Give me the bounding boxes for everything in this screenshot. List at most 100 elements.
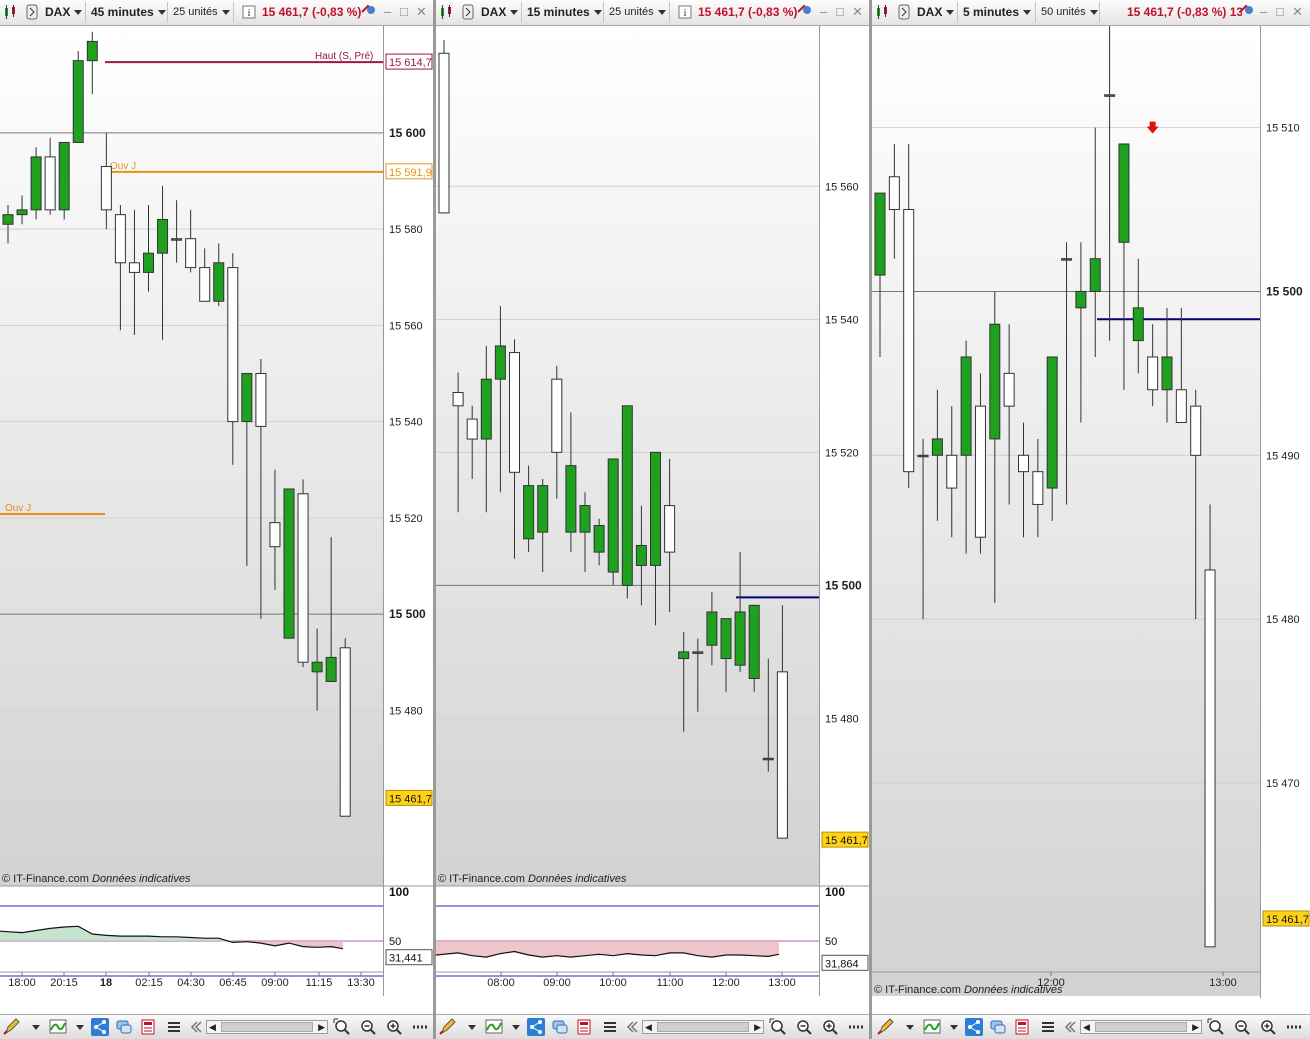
more-icon[interactable] xyxy=(846,1018,866,1036)
calculator-icon[interactable] xyxy=(1012,1018,1032,1036)
close-icon[interactable]: ✕ xyxy=(416,5,427,18)
more-icon[interactable] xyxy=(1284,1018,1304,1036)
minimize-icon[interactable]: – xyxy=(1260,5,1271,18)
dropdown-arrow-icon[interactable] xyxy=(906,1025,914,1034)
info-icon[interactable]: i xyxy=(677,4,693,20)
share-icon[interactable] xyxy=(526,1018,546,1036)
chat-icon[interactable] xyxy=(114,1018,134,1036)
dropdown-arrow-icon[interactable] xyxy=(512,1025,520,1034)
chat-icon[interactable] xyxy=(988,1018,1008,1036)
minimize-icon[interactable]: – xyxy=(384,5,395,18)
maximize-icon[interactable]: □ xyxy=(400,5,411,18)
chart-settings-icon[interactable] xyxy=(460,4,476,20)
more-icon[interactable] xyxy=(410,1018,430,1036)
units-selector[interactable]: 25 unités xyxy=(606,2,670,22)
draw-pencil-icon[interactable] xyxy=(876,1018,896,1036)
alert-icon[interactable] xyxy=(1238,4,1254,20)
close-icon[interactable]: ✕ xyxy=(852,5,863,18)
scroll-left-double-icon[interactable] xyxy=(1060,1018,1080,1036)
zoom-in-icon[interactable] xyxy=(820,1018,840,1036)
indicator-icon[interactable] xyxy=(48,1018,68,1036)
zoom-in-icon[interactable] xyxy=(384,1018,404,1036)
indicator-icon[interactable] xyxy=(484,1018,504,1036)
zoom-fit-icon[interactable] xyxy=(332,1018,352,1036)
chart-panel-2: DAX 15 minutes 25 unités i 15 461,7 (-0,… xyxy=(436,0,869,1039)
zoom-out-icon[interactable] xyxy=(794,1018,814,1036)
y-tick-label: 15 540 xyxy=(825,314,859,326)
horizontal-scrollbar[interactable]: ◀ ▶ xyxy=(206,1020,328,1034)
instrument-selector[interactable]: DAX xyxy=(42,2,86,22)
y-tick-label: 15 600 xyxy=(389,126,426,140)
dropdown-arrow-icon[interactable] xyxy=(468,1025,476,1034)
draw-pencil-icon[interactable] xyxy=(438,1018,458,1036)
alert-icon[interactable] xyxy=(796,4,812,20)
chart-settings-icon[interactable] xyxy=(24,4,40,20)
units-selector[interactable]: 25 unités xyxy=(170,2,234,22)
candlestick-icon[interactable] xyxy=(874,4,890,20)
candle-body xyxy=(960,356,972,456)
scroll-left-icon[interactable]: ◀ xyxy=(209,1022,216,1033)
calculator-icon[interactable] xyxy=(138,1018,158,1036)
info-icon[interactable]: i xyxy=(241,4,257,20)
chart-settings-icon[interactable] xyxy=(896,4,912,20)
indicator-icon[interactable] xyxy=(922,1018,942,1036)
credit-text: © IT-Finance.com Données indicatives xyxy=(2,873,191,885)
level-badge-label: 15 614,7 xyxy=(389,57,432,69)
candle-body xyxy=(269,522,281,548)
maximize-icon[interactable]: □ xyxy=(1276,5,1287,18)
price-chart[interactable]: 15 47015 48015 49015 50015 51015 461,712… xyxy=(872,26,1310,1014)
candle-body xyxy=(1104,94,1116,97)
y-tick-label: 15 560 xyxy=(389,320,423,332)
instrument-selector[interactable]: DAX xyxy=(478,2,522,22)
bottom-toolbar: ◀ ▶ xyxy=(436,1014,869,1039)
candle-body xyxy=(635,544,647,566)
zoom-fit-icon[interactable] xyxy=(1206,1018,1226,1036)
price-chart[interactable]: 15 480 15 500 15 520 15 540 15 560 15 580 15 6… xyxy=(0,26,433,1014)
scroll-right-icon[interactable]: ▶ xyxy=(754,1022,761,1033)
scrollbar-thumb[interactable] xyxy=(1095,1022,1187,1032)
calculator-icon[interactable] xyxy=(574,1018,594,1036)
alert-icon[interactable] xyxy=(360,4,376,20)
scroll-left-icon[interactable]: ◀ xyxy=(1083,1022,1090,1033)
close-icon[interactable]: ✕ xyxy=(1292,5,1303,18)
draw-pencil-icon[interactable] xyxy=(2,1018,22,1036)
horizontal-scrollbar[interactable]: ◀ ▶ xyxy=(1080,1020,1202,1034)
maximize-icon[interactable]: □ xyxy=(836,5,847,18)
zoom-fit-icon[interactable] xyxy=(768,1018,788,1036)
dropdown-arrow-icon[interactable] xyxy=(76,1025,84,1034)
dropdown-arrow-icon[interactable] xyxy=(32,1025,40,1034)
scroll-left-double-icon[interactable] xyxy=(186,1018,206,1036)
dropdown-arrow-icon[interactable] xyxy=(950,1025,958,1034)
scroll-right-icon[interactable]: ▶ xyxy=(318,1022,325,1033)
candle-body xyxy=(339,647,351,817)
minimize-icon[interactable]: – xyxy=(820,5,831,18)
list-icon[interactable] xyxy=(600,1018,620,1036)
list-icon[interactable] xyxy=(1038,1018,1058,1036)
zoom-in-icon[interactable] xyxy=(1258,1018,1278,1036)
scrollbar-thumb[interactable] xyxy=(221,1022,313,1032)
candle-body xyxy=(255,372,267,427)
candlestick-icon[interactable] xyxy=(2,4,18,20)
instrument-selector[interactable]: DAX xyxy=(914,2,958,22)
candle-body xyxy=(213,262,225,302)
zoom-out-icon[interactable] xyxy=(358,1018,378,1036)
candlestick-icon[interactable] xyxy=(438,4,454,20)
scroll-left-icon[interactable]: ◀ xyxy=(645,1022,652,1033)
scroll-right-icon[interactable]: ▶ xyxy=(1192,1022,1199,1033)
timeframe-selector[interactable]: 15 minutes xyxy=(524,2,604,22)
timeframe-selector[interactable]: 5 minutes xyxy=(960,2,1036,22)
timeframe-selector[interactable]: 45 minutes xyxy=(88,2,168,22)
candle-body xyxy=(452,391,464,407)
list-icon[interactable] xyxy=(164,1018,184,1036)
price-chart[interactable]: 15 480 15 500 15 520 15 540 15 560 15 461,7 10… xyxy=(436,26,869,1014)
horizontal-scrollbar[interactable]: ◀ ▶ xyxy=(642,1020,764,1034)
share-icon[interactable] xyxy=(90,1018,110,1036)
scroll-left-double-icon[interactable] xyxy=(622,1018,642,1036)
scrollbar-thumb[interactable] xyxy=(657,1022,749,1032)
units-selector[interactable]: 50 unités xyxy=(1038,2,1100,22)
chat-icon[interactable] xyxy=(550,1018,570,1036)
zoom-out-icon[interactable] xyxy=(1232,1018,1252,1036)
quote-label: 15 461,7 (-0,83 %) xyxy=(262,5,362,19)
y-tick-label: 15 520 xyxy=(389,513,423,525)
share-icon[interactable] xyxy=(964,1018,984,1036)
